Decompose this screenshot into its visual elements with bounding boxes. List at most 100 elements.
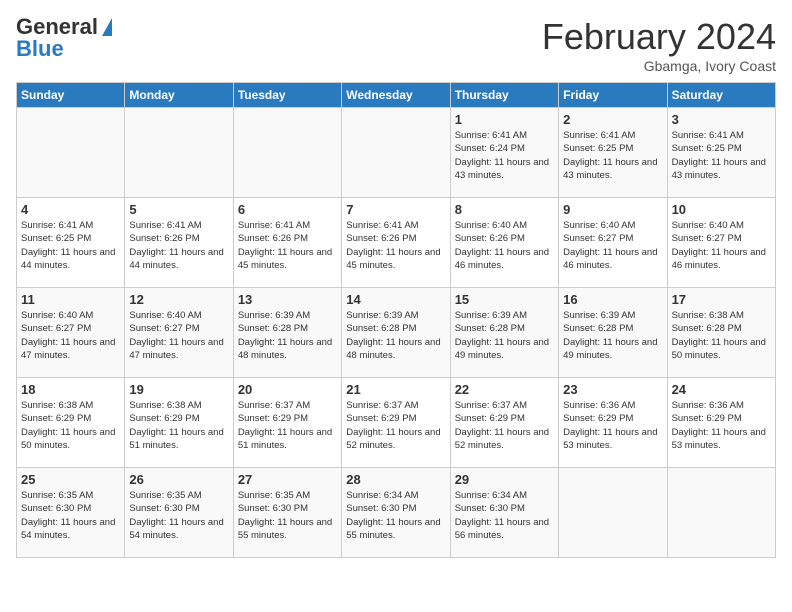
day-cell: 12 Sunrise: 6:40 AM Sunset: 6:27 PM Dayli… <box>125 288 233 378</box>
logo-general: General <box>16 16 98 38</box>
day-cell: 1 Sunrise: 6:41 AM Sunset: 6:24 PM Daylig… <box>450 108 558 198</box>
day-number: 26 <box>129 472 228 487</box>
day-cell: 13 Sunrise: 6:39 AM Sunset: 6:28 PM Dayli… <box>233 288 341 378</box>
day-info: Sunrise: 6:41 AM Sunset: 6:25 PM Dayligh… <box>672 129 771 182</box>
day-info: Sunrise: 6:40 AM Sunset: 6:27 PM Dayligh… <box>563 219 662 272</box>
day-info: Sunrise: 6:35 AM Sunset: 6:30 PM Dayligh… <box>21 489 120 542</box>
logo: General Blue <box>16 16 112 60</box>
day-number: 22 <box>455 382 554 397</box>
week-row-5: 25 Sunrise: 6:35 AM Sunset: 6:30 PM Dayli… <box>17 468 776 558</box>
week-row-4: 18 Sunrise: 6:38 AM Sunset: 6:29 PM Dayli… <box>17 378 776 468</box>
day-cell: 22 Sunrise: 6:37 AM Sunset: 6:29 PM Dayli… <box>450 378 558 468</box>
day-info: Sunrise: 6:41 AM Sunset: 6:24 PM Dayligh… <box>455 129 554 182</box>
day-number: 15 <box>455 292 554 307</box>
day-cell: 5 Sunrise: 6:41 AM Sunset: 6:26 PM Daylig… <box>125 198 233 288</box>
col-header-friday: Friday <box>559 83 667 108</box>
day-cell <box>233 108 341 198</box>
day-cell: 18 Sunrise: 6:38 AM Sunset: 6:29 PM Dayli… <box>17 378 125 468</box>
col-header-tuesday: Tuesday <box>233 83 341 108</box>
day-number: 10 <box>672 202 771 217</box>
day-cell <box>17 108 125 198</box>
day-number: 5 <box>129 202 228 217</box>
calendar-subtitle: Gbamga, Ivory Coast <box>542 58 776 74</box>
day-cell: 3 Sunrise: 6:41 AM Sunset: 6:25 PM Daylig… <box>667 108 775 198</box>
day-info: Sunrise: 6:38 AM Sunset: 6:28 PM Dayligh… <box>672 309 771 362</box>
day-info: Sunrise: 6:37 AM Sunset: 6:29 PM Dayligh… <box>238 399 337 452</box>
day-info: Sunrise: 6:40 AM Sunset: 6:27 PM Dayligh… <box>129 309 228 362</box>
day-info: Sunrise: 6:37 AM Sunset: 6:29 PM Dayligh… <box>346 399 445 452</box>
day-info: Sunrise: 6:37 AM Sunset: 6:29 PM Dayligh… <box>455 399 554 452</box>
day-cell: 9 Sunrise: 6:40 AM Sunset: 6:27 PM Daylig… <box>559 198 667 288</box>
week-row-2: 4Sunrise: 6:41 AM Sunset: 6:25 PM Daylig… <box>17 198 776 288</box>
day-number: 25 <box>21 472 120 487</box>
day-number: 13 <box>238 292 337 307</box>
day-cell: 14 Sunrise: 6:39 AM Sunset: 6:28 PM Dayli… <box>342 288 450 378</box>
day-info: Sunrise: 6:41 AM Sunset: 6:26 PM Dayligh… <box>238 219 337 272</box>
day-cell <box>125 108 233 198</box>
day-cell <box>342 108 450 198</box>
day-cell: 20 Sunrise: 6:37 AM Sunset: 6:29 PM Dayli… <box>233 378 341 468</box>
day-number: 14 <box>346 292 445 307</box>
day-cell: 4Sunrise: 6:41 AM Sunset: 6:25 PM Daylig… <box>17 198 125 288</box>
day-cell: 10 Sunrise: 6:40 AM Sunset: 6:27 PM Dayli… <box>667 198 775 288</box>
day-info: Sunrise: 6:40 AM Sunset: 6:26 PM Dayligh… <box>455 219 554 272</box>
day-cell: 16 Sunrise: 6:39 AM Sunset: 6:28 PM Dayli… <box>559 288 667 378</box>
day-number: 18 <box>21 382 120 397</box>
day-cell: 26Sunrise: 6:35 AM Sunset: 6:30 PM Dayli… <box>125 468 233 558</box>
day-info: Sunrise: 6:40 AM Sunset: 6:27 PM Dayligh… <box>672 219 771 272</box>
day-cell <box>559 468 667 558</box>
header: General Blue February 2024 Gbamga, Ivory… <box>16 16 776 74</box>
day-cell: 7 Sunrise: 6:41 AM Sunset: 6:26 PM Daylig… <box>342 198 450 288</box>
day-cell: 11Sunrise: 6:40 AM Sunset: 6:27 PM Dayli… <box>17 288 125 378</box>
day-info: Sunrise: 6:41 AM Sunset: 6:25 PM Dayligh… <box>563 129 662 182</box>
day-number: 1 <box>455 112 554 127</box>
day-number: 12 <box>129 292 228 307</box>
day-number: 3 <box>672 112 771 127</box>
day-info: Sunrise: 6:36 AM Sunset: 6:29 PM Dayligh… <box>672 399 771 452</box>
col-header-thursday: Thursday <box>450 83 558 108</box>
day-cell: 8 Sunrise: 6:40 AM Sunset: 6:26 PM Daylig… <box>450 198 558 288</box>
day-number: 27 <box>238 472 337 487</box>
calendar-table: SundayMondayTuesdayWednesdayThursdayFrid… <box>16 82 776 558</box>
day-info: Sunrise: 6:39 AM Sunset: 6:28 PM Dayligh… <box>238 309 337 362</box>
day-number: 20 <box>238 382 337 397</box>
day-number: 23 <box>563 382 662 397</box>
day-info: Sunrise: 6:39 AM Sunset: 6:28 PM Dayligh… <box>455 309 554 362</box>
day-cell: 6 Sunrise: 6:41 AM Sunset: 6:26 PM Daylig… <box>233 198 341 288</box>
day-info: Sunrise: 6:38 AM Sunset: 6:29 PM Dayligh… <box>21 399 120 452</box>
logo-blue: Blue <box>16 38 64 60</box>
day-info: Sunrise: 6:39 AM Sunset: 6:28 PM Dayligh… <box>563 309 662 362</box>
day-number: 9 <box>563 202 662 217</box>
day-number: 8 <box>455 202 554 217</box>
day-number: 17 <box>672 292 771 307</box>
col-header-monday: Monday <box>125 83 233 108</box>
col-header-sunday: Sunday <box>17 83 125 108</box>
day-number: 6 <box>238 202 337 217</box>
day-info: Sunrise: 6:39 AM Sunset: 6:28 PM Dayligh… <box>346 309 445 362</box>
day-info: Sunrise: 6:35 AM Sunset: 6:30 PM Dayligh… <box>238 489 337 542</box>
day-number: 28 <box>346 472 445 487</box>
day-number: 21 <box>346 382 445 397</box>
week-row-1: 1 Sunrise: 6:41 AM Sunset: 6:24 PM Daylig… <box>17 108 776 198</box>
day-info: Sunrise: 6:36 AM Sunset: 6:29 PM Dayligh… <box>563 399 662 452</box>
day-number: 29 <box>455 472 554 487</box>
day-cell: 29Sunrise: 6:34 AM Sunset: 6:30 PM Dayli… <box>450 468 558 558</box>
day-info: Sunrise: 6:38 AM Sunset: 6:29 PM Dayligh… <box>129 399 228 452</box>
day-cell: 25 Sunrise: 6:35 AM Sunset: 6:30 PM Dayli… <box>17 468 125 558</box>
day-cell: 27 Sunrise: 6:35 AM Sunset: 6:30 PM Dayli… <box>233 468 341 558</box>
day-cell: 2Sunrise: 6:41 AM Sunset: 6:25 PM Daylig… <box>559 108 667 198</box>
day-number: 19 <box>129 382 228 397</box>
day-info: Sunrise: 6:34 AM Sunset: 6:30 PM Dayligh… <box>346 489 445 542</box>
day-info: Sunrise: 6:41 AM Sunset: 6:26 PM Dayligh… <box>129 219 228 272</box>
day-info: Sunrise: 6:41 AM Sunset: 6:26 PM Dayligh… <box>346 219 445 272</box>
day-number: 16 <box>563 292 662 307</box>
day-cell: 28 Sunrise: 6:34 AM Sunset: 6:30 PM Dayli… <box>342 468 450 558</box>
day-cell: 17 Sunrise: 6:38 AM Sunset: 6:28 PM Dayli… <box>667 288 775 378</box>
col-header-wednesday: Wednesday <box>342 83 450 108</box>
day-info: Sunrise: 6:41 AM Sunset: 6:25 PM Dayligh… <box>21 219 120 272</box>
day-number: 24 <box>672 382 771 397</box>
day-number: 7 <box>346 202 445 217</box>
day-cell: 24 Sunrise: 6:36 AM Sunset: 6:29 PM Dayli… <box>667 378 775 468</box>
week-row-3: 11Sunrise: 6:40 AM Sunset: 6:27 PM Dayli… <box>17 288 776 378</box>
col-header-saturday: Saturday <box>667 83 775 108</box>
